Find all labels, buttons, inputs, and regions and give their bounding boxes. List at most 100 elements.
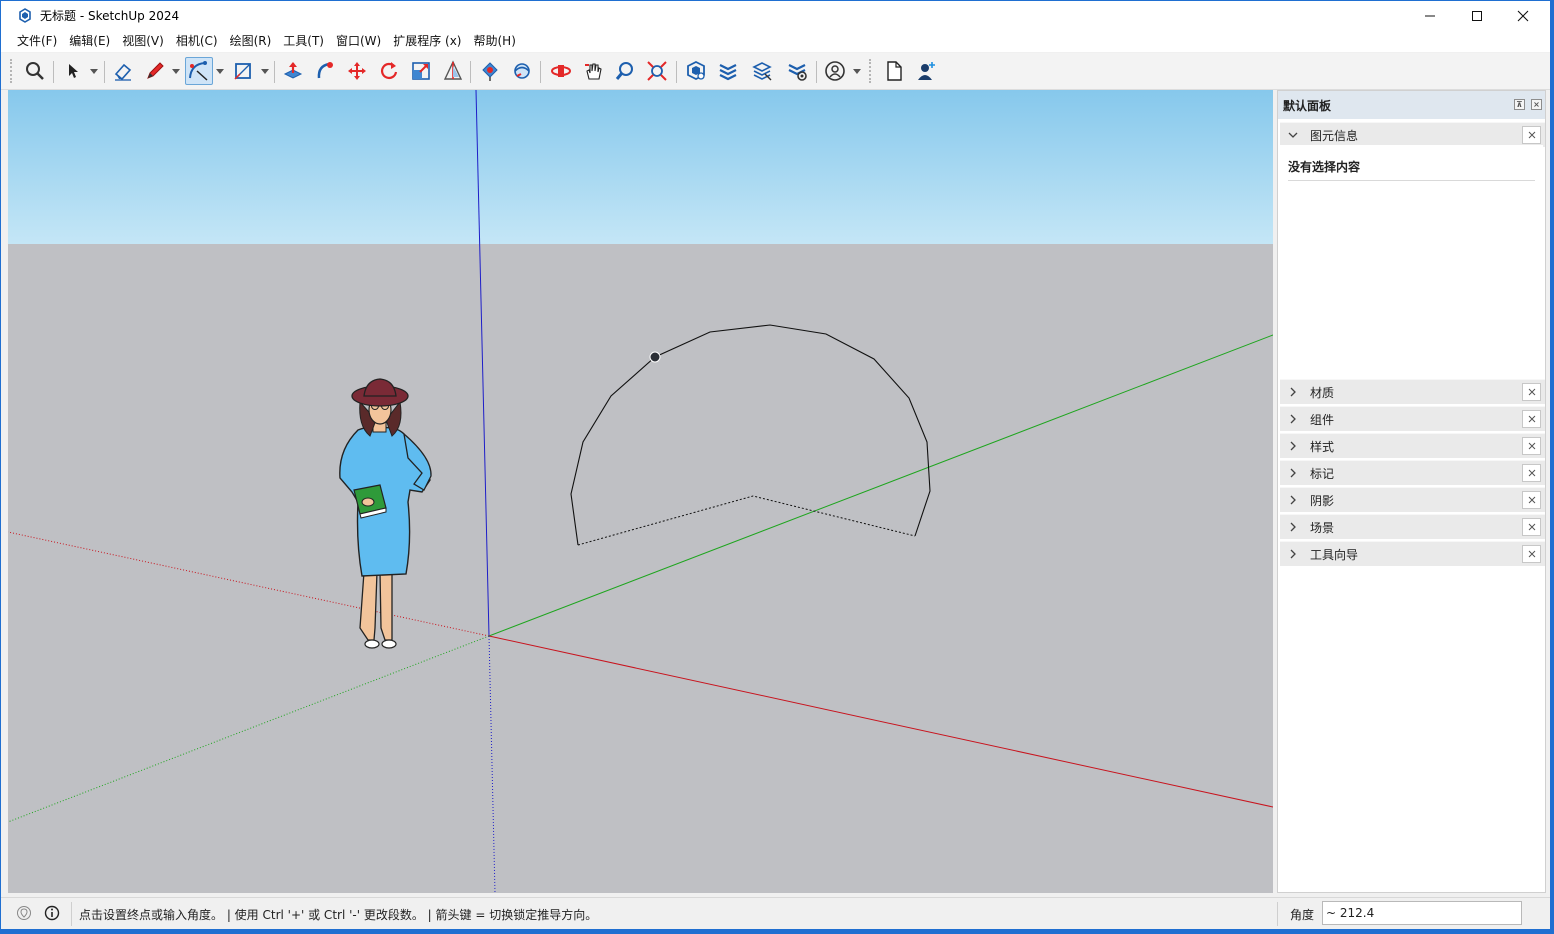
pan-icon bbox=[585, 63, 602, 80]
section-label: 场景 bbox=[1310, 520, 1335, 535]
drawing-viewport[interactable] bbox=[8, 90, 1273, 893]
entity-info-label: 图元信息 bbox=[1310, 128, 1359, 143]
menu-edit[interactable]: 编辑(E) bbox=[63, 30, 116, 52]
chevron-down-icon bbox=[216, 69, 224, 74]
extension-manager-button[interactable] bbox=[783, 57, 811, 85]
close-icon[interactable] bbox=[1522, 545, 1541, 563]
entity-info-section-header[interactable]: 图元信息 bbox=[1280, 122, 1545, 147]
search-button[interactable] bbox=[21, 57, 49, 85]
layout-button[interactable] bbox=[748, 57, 776, 85]
section-plane-button[interactable] bbox=[439, 57, 467, 85]
zoom-button[interactable] bbox=[611, 57, 639, 85]
info-icon[interactable] bbox=[44, 905, 60, 921]
sky bbox=[8, 90, 1273, 244]
menu-tools[interactable]: 工具(T) bbox=[277, 30, 330, 52]
arc-vertex-marker bbox=[649, 351, 661, 363]
orbit-button[interactable] bbox=[508, 57, 536, 85]
chevron-down-icon bbox=[90, 69, 98, 74]
new-file-icon bbox=[887, 61, 902, 81]
minimize-button[interactable] bbox=[1407, 1, 1453, 30]
push-pull-icon bbox=[283, 62, 303, 79]
close-icon[interactable] bbox=[1522, 410, 1541, 428]
tray-close-icon[interactable]: × bbox=[1531, 99, 1542, 110]
arc-dropdown[interactable] bbox=[216, 68, 224, 76]
close-button[interactable] bbox=[1500, 1, 1546, 30]
pin-icon[interactable]: ⊼ bbox=[1514, 99, 1525, 110]
add-user-icon bbox=[918, 62, 935, 80]
tray-header: 默认面板 ⊼ × bbox=[1278, 91, 1545, 119]
menu-extensions[interactable]: 扩展程序 (x) bbox=[387, 30, 467, 52]
rectangle-dropdown[interactable] bbox=[261, 68, 269, 76]
account-dropdown[interactable] bbox=[853, 68, 861, 76]
chevron-right-icon bbox=[1286, 520, 1300, 534]
pan-button[interactable] bbox=[579, 57, 607, 85]
toolbar-grip[interactable] bbox=[869, 59, 872, 83]
rotate-icon bbox=[381, 62, 398, 79]
entity-info-body: 没有选择内容 bbox=[1280, 145, 1543, 378]
measurements-label: 角度 bbox=[1290, 908, 1315, 922]
rotate-button[interactable] bbox=[375, 57, 403, 85]
menu-view[interactable]: 视图(V) bbox=[116, 30, 170, 52]
move-button[interactable] bbox=[343, 57, 371, 85]
chevron-down-icon bbox=[261, 69, 269, 74]
maximize-button[interactable] bbox=[1454, 1, 1500, 30]
geo-location-icon[interactable] bbox=[16, 905, 32, 921]
account-button[interactable] bbox=[821, 57, 849, 85]
select-dropdown[interactable] bbox=[90, 68, 98, 76]
section-styles[interactable]: 样式 bbox=[1280, 433, 1545, 458]
menu-window[interactable]: 窗口(W) bbox=[330, 30, 387, 52]
toolbar-grip[interactable] bbox=[10, 59, 13, 83]
menu-camera[interactable]: 相机(C) bbox=[170, 30, 224, 52]
extension-warehouse-icon bbox=[719, 64, 737, 81]
section-label: 组件 bbox=[1310, 412, 1335, 427]
layout-icon bbox=[752, 62, 772, 81]
arc-button[interactable] bbox=[185, 57, 213, 85]
zoom-extents-button[interactable] bbox=[643, 57, 671, 85]
eraser-button[interactable] bbox=[109, 57, 137, 85]
close-icon[interactable] bbox=[1522, 437, 1541, 455]
close-icon[interactable] bbox=[1522, 383, 1541, 401]
section-scenes[interactable]: 场景 bbox=[1280, 514, 1545, 539]
new-file-button[interactable] bbox=[880, 57, 908, 85]
section-tags[interactable]: 标记 bbox=[1280, 460, 1545, 485]
add-user-button[interactable] bbox=[912, 57, 940, 85]
rectangle-button[interactable] bbox=[229, 57, 257, 85]
select-button[interactable] bbox=[59, 57, 87, 85]
menu-help[interactable]: 帮助(H) bbox=[467, 30, 521, 52]
close-icon[interactable] bbox=[1522, 491, 1541, 509]
section-materials[interactable]: 材质 bbox=[1280, 379, 1545, 404]
section-plane-icon bbox=[443, 60, 463, 80]
paint-bucket-button[interactable] bbox=[476, 57, 504, 85]
maximize-icon bbox=[1472, 10, 1482, 21]
zoom-extents-icon bbox=[647, 61, 667, 81]
rectangle-icon bbox=[234, 63, 251, 80]
measurements-input[interactable] bbox=[1322, 901, 1522, 925]
scale-button[interactable] bbox=[407, 57, 435, 85]
eraser-icon bbox=[114, 63, 132, 81]
orbit-camera-button[interactable] bbox=[547, 57, 575, 85]
section-label: 工具向导 bbox=[1310, 547, 1359, 562]
status-hint: 点击设置终点或输入角度。 | 使用 Ctrl '+' 或 Ctrl '-' 更改… bbox=[79, 908, 598, 922]
menu-file[interactable]: 文件(F) bbox=[11, 30, 63, 52]
warehouse-button[interactable] bbox=[682, 57, 710, 85]
ground bbox=[8, 244, 1273, 893]
close-icon[interactable] bbox=[1522, 464, 1541, 482]
window-title: 无标题 - SketchUp 2024 bbox=[40, 9, 180, 23]
menu-bar: 文件(F) 编辑(E) 视图(V) 相机(C) 绘图(R) 工具(T) 窗口(W… bbox=[1, 30, 1550, 52]
chevron-down-icon bbox=[1286, 128, 1300, 142]
section-instructor[interactable]: 工具向导 bbox=[1280, 541, 1545, 566]
pencil-button[interactable] bbox=[141, 57, 169, 85]
toolbar bbox=[1, 53, 1550, 90]
section-shadows[interactable]: 阴影 bbox=[1280, 487, 1545, 512]
scale-icon bbox=[412, 62, 430, 80]
section-components[interactable]: 组件 bbox=[1280, 406, 1545, 431]
push-pull-button[interactable] bbox=[279, 57, 307, 85]
close-icon[interactable] bbox=[1522, 518, 1541, 536]
zoom-icon bbox=[615, 62, 633, 80]
menu-draw[interactable]: 绘图(R) bbox=[224, 30, 278, 52]
pencil-dropdown[interactable] bbox=[172, 68, 180, 76]
follow-me-button[interactable] bbox=[311, 57, 339, 85]
chevron-right-icon bbox=[1286, 466, 1300, 480]
close-icon[interactable] bbox=[1522, 126, 1541, 144]
extension-warehouse-button[interactable] bbox=[714, 57, 742, 85]
